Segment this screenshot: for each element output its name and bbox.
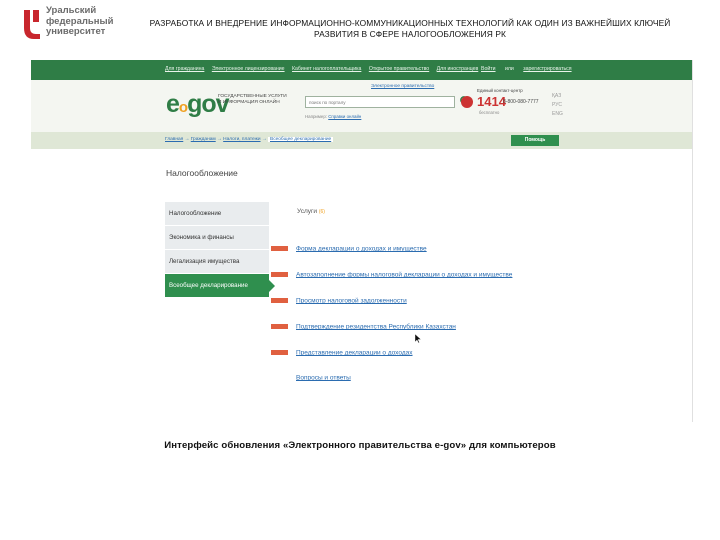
breadcrumb-item[interactable]: Гражданам (191, 137, 216, 142)
top-nav-item[interactable]: Для иностранцев (437, 66, 479, 72)
register-link[interactable]: зарегистрироваться (523, 66, 571, 72)
side-menu: Налогообложение Экономика и финансы Лега… (165, 202, 275, 298)
services-heading: Услуги (6) (297, 208, 325, 215)
phone-icon (461, 96, 473, 108)
side-menu-item[interactable]: Экономика и финансы (165, 226, 269, 250)
service-item[interactable]: Просмотр налоговой задолженности (271, 292, 407, 310)
slide-caption: Интерфейс обновления «Электронного прави… (164, 440, 556, 451)
urfu-logo: Уральский федеральный университет (22, 5, 122, 42)
mobile-egov-link[interactable]: Электронное правительство (371, 84, 434, 89)
callcenter-number-alt: 8-800-080-7777 (503, 99, 539, 105)
new-badge (271, 246, 288, 252)
or-text: или (504, 66, 514, 72)
egov-logo-subtitle: ГОСУДАРСТВЕННЫЕ УСЛУГИ И ИНФОРМАЦИЯ ОНЛА… (218, 94, 287, 106)
egov-screenshot: Для гражданина Электронное лицензировани… (31, 60, 693, 422)
slide-title: РАЗРАБОТКА И ВНЕДРЕНИЕ ИНФОРМАЦИОННО-КОМ… (149, 18, 671, 39)
service-item[interactable]: Форма декларации о доходах и имуществе (271, 240, 427, 258)
help-button[interactable]: Помощь (511, 135, 559, 146)
top-nav-item[interactable]: Кабинет налогоплательщика (292, 66, 361, 72)
logo-o: o (178, 99, 188, 116)
callcenter-number: 1414 (477, 94, 506, 109)
services-count: (6) (318, 209, 325, 215)
service-item[interactable]: Представление декларации о доходах (271, 344, 413, 362)
top-nav-item[interactable]: Для гражданина (165, 66, 204, 72)
side-menu-item[interactable]: Налогообложение (165, 202, 269, 226)
callcenter-free-note: бесплатно (479, 110, 500, 115)
new-badge (271, 324, 288, 330)
new-badge (271, 272, 288, 278)
breadcrumb-item[interactable]: Налоги, платежи (223, 137, 260, 142)
brand-bar: eogov ГОСУДАРСТВЕННЫЕ УСЛУГИ И ИНФОРМАЦИ… (31, 80, 693, 132)
urfu-logo-text: Уральский федеральный университет (46, 5, 113, 38)
new-badge (271, 298, 288, 304)
top-nav-item[interactable]: Открытое правительство (369, 66, 429, 72)
breadcrumb-item[interactable]: Главная (165, 137, 183, 142)
service-link[interactable]: Просмотр налоговой задолженности (296, 297, 407, 304)
service-item[interactable]: Автозаполнение формы налоговой деклараци… (271, 266, 512, 284)
urfu-logo-mark-icon (24, 10, 40, 39)
search-hint-prefix: Например: (305, 114, 328, 119)
top-nav-item[interactable]: Электронное лицензирование (212, 66, 285, 72)
service-link[interactable]: Представление декларации о доходах (296, 349, 413, 356)
side-menu-item-active[interactable]: Всеобщее декларирование (165, 274, 275, 298)
side-menu-item[interactable]: Легализация имущества (165, 250, 269, 274)
logo-line: Уральский (46, 5, 97, 16)
auth-links: Войти или зарегистрироваться (481, 66, 580, 72)
service-item[interactable]: Подтверждение резидентства Республики Ка… (271, 318, 456, 336)
language-switcher: ҚАЗ РУС ENG (552, 92, 563, 119)
lang-option[interactable]: ҚАЗ (552, 92, 563, 101)
screenshot-border (692, 60, 693, 422)
search-hint-link[interactable]: Справки онлайн (328, 114, 361, 119)
services-title: Услуги (297, 208, 317, 215)
breadcrumb-bar: Главная → Гражданам → Налоги, платежи → … (31, 132, 693, 149)
service-item[interactable]: Вопросы и ответы (296, 369, 351, 387)
faq-link[interactable]: Вопросы и ответы (296, 374, 351, 381)
login-link[interactable]: Войти (481, 66, 496, 72)
search-hint: Например: Справки онлайн (305, 114, 361, 119)
callcenter-label: Единый контакт-центр (477, 88, 523, 93)
service-link[interactable]: Форма декларации о доходах и имуществе (296, 245, 427, 252)
lang-option[interactable]: РУС (552, 101, 563, 110)
lang-option[interactable]: ENG (552, 110, 563, 119)
new-badge (271, 350, 288, 356)
mouse-cursor-icon (415, 334, 421, 343)
slide-header: Уральский федеральный университет РАЗРАБ… (0, 0, 720, 48)
breadcrumb-current: Всеобщее декларирование (268, 137, 334, 142)
service-link[interactable]: Подтверждение резидентства Республики Ка… (296, 323, 456, 330)
logo-line: университет (46, 26, 106, 37)
page-title: Налогообложение (166, 168, 238, 178)
top-navigation: Для гражданина Электронное лицензировани… (31, 60, 693, 80)
breadcrumb: Главная → Гражданам → Налоги, платежи → … (165, 137, 334, 142)
search-input[interactable]: поиск по порталу (305, 96, 455, 108)
top-nav-links: Для гражданина Электронное лицензировани… (165, 66, 484, 72)
service-link[interactable]: Автозаполнение формы налоговой деклараци… (296, 271, 512, 278)
logo-e: e (166, 90, 180, 118)
logo-subtitle-line: И ИНФОРМАЦИЯ ОНЛАЙН (218, 100, 280, 105)
